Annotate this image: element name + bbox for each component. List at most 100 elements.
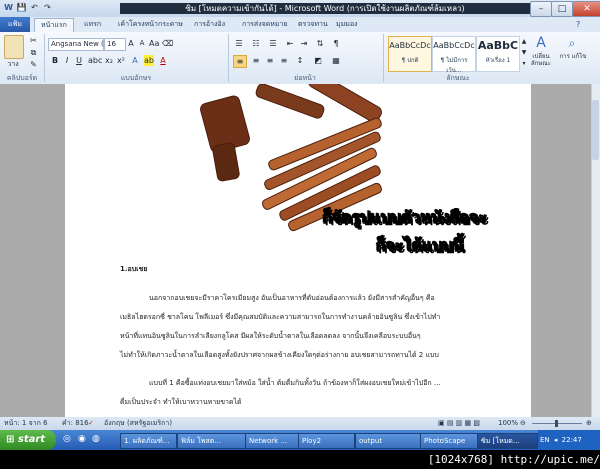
decrease-indent-icon[interactable]: ⇤ (284, 38, 296, 49)
language-status[interactable]: อังกฤษ (สหรัฐอเมริกา) (104, 417, 172, 430)
scrollbar-thumb[interactable] (592, 100, 599, 160)
tab-file[interactable]: แฟ้ม (0, 17, 30, 32)
window-title: ซิม [โหมดความเข้ากันได้] - Microsoft Wor… (120, 3, 530, 14)
change-styles-button[interactable]: เปลี่ยน ลักษณะ (526, 53, 556, 67)
view-buttons-icon[interactable]: ▣ ▤ ▥ ▦ ▧ (438, 417, 480, 430)
proofing-icon[interactable]: ✓ (88, 417, 94, 430)
ribbon: วาง ✂ ⧉ ✎ คลิปบอร์ด Angsana New (ข้อ 16 … (0, 32, 600, 85)
taskbar-item[interactable]: 1. ผลิตภัณฑ์... (120, 433, 177, 449)
page-count[interactable]: หน้า: 1 จาก 6 (4, 417, 48, 430)
taskbar-item[interactable]: output (355, 433, 422, 449)
taskbar-item[interactable]: PhotoScape (420, 433, 479, 449)
tab-home[interactable]: หน้าแรก (34, 18, 74, 32)
redo-icon[interactable]: ↷ (42, 3, 53, 13)
style-normal[interactable]: AaBbCcDc ¶ ปกติ (388, 36, 432, 72)
zoom-level[interactable]: 100% (498, 417, 518, 430)
separator (44, 34, 45, 82)
word-logo-icon[interactable]: W (3, 3, 14, 13)
taskbar-item[interactable]: Ploy2 (298, 433, 355, 449)
status-bar: หน้า: 1 จาก 6 คำ: 816 ✓ อังกฤษ (สหรัฐอเม… (0, 417, 600, 430)
close-button[interactable]: ✕ (572, 1, 600, 17)
taskbar-item[interactable]: Network ... (245, 433, 300, 449)
shrink-font-icon[interactable]: A (137, 38, 147, 49)
tab-mailings[interactable]: การส่งจดหมาย (236, 18, 294, 31)
style-no-spacing[interactable]: AaBbCcDc ¶ ไม่มีการเว้น... (432, 36, 476, 74)
change-styles-icon[interactable]: A (533, 35, 549, 51)
maximize-button[interactable]: □ (551, 1, 573, 17)
font-name-combo[interactable]: Angsana New (ข้อ (48, 38, 104, 51)
paragraph-line: หน้าที่แทนอินซูลินในการลำเลียงกลูโคส มีผ… (120, 332, 421, 340)
word-count[interactable]: คำ: 816 (62, 417, 89, 430)
clear-format-icon[interactable]: ⌫ (162, 38, 173, 49)
strikethrough-icon[interactable]: abc (88, 55, 102, 66)
title-bar: W 💾 ↶ ↷ ซิม [โหมดความเข้ากันได้] - Micro… (0, 0, 600, 18)
cut-icon[interactable]: ✂ (28, 35, 39, 46)
style-preview: AaBbCcDc (389, 41, 431, 50)
increase-indent-icon[interactable]: ⇥ (298, 38, 310, 49)
underline-button[interactable]: U (74, 55, 84, 66)
separator (383, 34, 384, 82)
highlight-icon[interactable]: ab (144, 55, 154, 66)
editing-icon[interactable]: ⌕ (564, 35, 580, 51)
align-center-icon[interactable]: ≡ (250, 55, 262, 66)
minimize-button[interactable]: – (530, 1, 552, 17)
paste-button[interactable]: วาง (2, 59, 24, 70)
superscript-icon[interactable]: x² (116, 55, 126, 66)
zoom-slider-thumb[interactable] (555, 420, 558, 427)
align-left-icon[interactable]: ≡ (233, 55, 247, 68)
copy-icon[interactable]: ⧉ (28, 47, 39, 58)
language-indicator[interactable]: EN (540, 436, 550, 444)
style-heading-1[interactable]: AaBbC หัวเรื่อง 1 (476, 36, 520, 72)
text-effects-icon[interactable]: A (130, 55, 140, 66)
undo-icon[interactable]: ↶ (29, 3, 40, 13)
paste-icon[interactable] (4, 35, 24, 59)
clipboard-group-label: คลิปบอร์ด (6, 74, 38, 82)
sort-icon[interactable]: ⇅ (314, 38, 326, 49)
bullets-icon[interactable]: ☰ (233, 38, 245, 49)
styles-scroll-up-icon[interactable]: ▲ (520, 36, 528, 47)
justify-icon[interactable]: ≡ (278, 55, 290, 66)
font-color-button[interactable]: A (158, 55, 168, 66)
taskbar-item[interactable]: ฟิล์ม โพสต... (177, 433, 246, 449)
align-right-icon[interactable]: ≡ (264, 55, 276, 66)
editing-button[interactable]: การ แก้ไข (558, 53, 588, 60)
grow-font-icon[interactable]: A (126, 38, 136, 49)
bold-button[interactable]: B (50, 55, 60, 66)
tab-page-layout[interactable]: เค้าโครงหน้ากระดาษ (112, 18, 189, 31)
section-heading: 1.อบเชย (120, 265, 148, 273)
help-icon[interactable]: ? (576, 20, 580, 29)
method-line: แบบที่ 1 คือซื้อแท่งอบเชยมาใส่หม้อ ใส่น้… (149, 379, 441, 387)
tab-insert[interactable]: แทรก (78, 18, 107, 31)
style-name: ¶ ไม่มีการเว้น... (440, 57, 468, 74)
format-painter-icon[interactable]: ✎ (28, 59, 39, 70)
quicklaunch-icon[interactable]: ◎ (63, 434, 71, 444)
document-page[interactable]: ก็จัดรูปแบบตัวหนังสือจะ ก็จะได้แบบนี้ 1.… (65, 84, 531, 417)
multilevel-list-icon[interactable]: ☰ (267, 38, 279, 49)
borders-icon[interactable]: ▦ (330, 55, 342, 66)
quicklaunch-icon[interactable]: ◉ (78, 434, 86, 444)
italic-button[interactable]: I (62, 55, 72, 66)
clock[interactable]: 22:47 (562, 436, 582, 444)
style-preview: AaBbCcDc (433, 41, 475, 50)
zoom-in-icon[interactable]: ⊕ (586, 417, 592, 430)
zoom-out-icon[interactable]: ⊖ (520, 417, 526, 430)
tab-references[interactable]: การอ้างอิง (188, 18, 231, 31)
show-marks-icon[interactable]: ¶ (330, 38, 342, 49)
tray-icon[interactable]: ◂ (554, 436, 558, 444)
style-preview: AaBbC (477, 39, 519, 52)
overlay-text-line-2: ก็จะได้แบบนี้ (376, 236, 465, 256)
styles-group-label: ลักษณะ (446, 74, 470, 82)
quicklaunch-icon[interactable]: ◍ (92, 434, 100, 444)
start-button[interactable]: ⊞ start (0, 430, 56, 450)
change-case-icon[interactable]: Aa (149, 38, 159, 49)
shading-icon[interactable]: ◩ (312, 55, 324, 66)
numbering-icon[interactable]: ☷ (250, 38, 262, 49)
tab-view[interactable]: มุมมอง (330, 18, 363, 31)
subscript-icon[interactable]: x₂ (104, 55, 114, 66)
font-size-combo[interactable]: 16 (104, 38, 126, 51)
taskbar-item-active[interactable]: ซิม [โหมด... (477, 433, 538, 449)
tab-review[interactable]: ตรวจทาน (292, 18, 334, 31)
line-spacing-icon[interactable]: ↕ (294, 55, 306, 66)
save-icon[interactable]: 💾 (16, 3, 27, 13)
paragraph-line: เมธิลไฮดรอกซี่ ชาลโคน โพลีเมอร์ ซึ่งมีคุ… (120, 313, 441, 321)
